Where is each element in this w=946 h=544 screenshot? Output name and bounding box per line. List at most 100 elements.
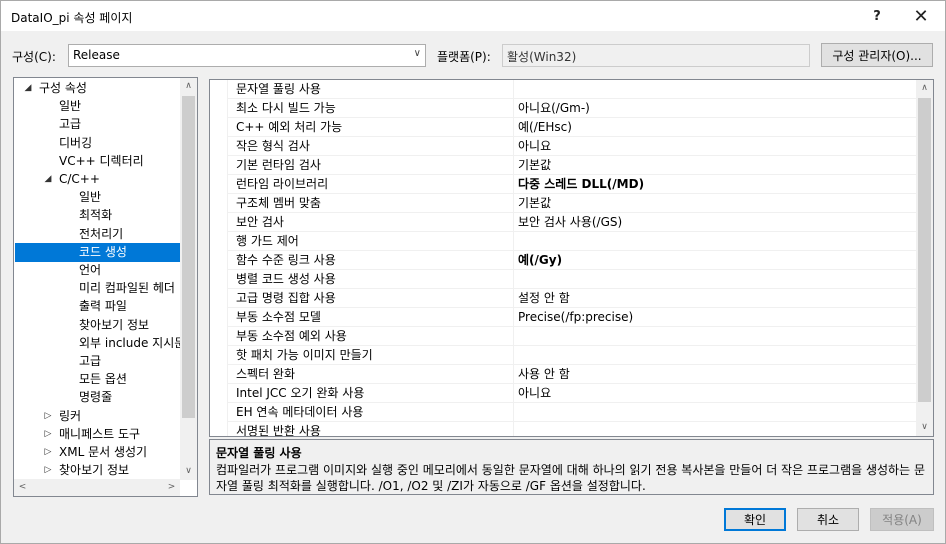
collapse-arrow-icon[interactable]: ◢ (43, 170, 53, 189)
tree-item[interactable]: ▷ XML 문서 생성기 (15, 443, 181, 462)
description-panel: 문자열 풀링 사용 컴파일러가 프로그램 이미지와 실행 중인 메모리에서 동일… (209, 439, 934, 495)
platform-dropdown[interactable]: 활성(Win32) (502, 44, 810, 67)
close-button[interactable]: ✕ (901, 1, 941, 31)
tree-item[interactable]: 전처리기 (15, 225, 181, 244)
tree-item[interactable]: 고급 (15, 352, 181, 371)
property-value[interactable]: 아니요 (514, 137, 916, 156)
tree-item[interactable]: 미리 컴파일된 헤더 (15, 279, 181, 298)
expand-arrow-icon[interactable]: ▷ (43, 443, 53, 462)
expand-arrow-icon[interactable]: ▷ (43, 425, 53, 444)
tree-item[interactable]: 출력 파일 (15, 297, 181, 316)
configuration-manager-button[interactable]: 구성 관리자(O)... (821, 43, 933, 67)
property-row[interactable]: 핫 패치 가능 이미지 만들기 (210, 346, 916, 365)
property-row[interactable]: 스펙터 완화 사용 안 함 (210, 365, 916, 384)
property-value[interactable]: 아니요(/Gm-) (514, 99, 916, 118)
property-row[interactable]: 기본 런타임 검사 기본값 (210, 156, 916, 175)
property-row[interactable]: 보안 검사 보안 검사 사용(/GS) (210, 213, 916, 232)
configuration-label: 구성(C): (12, 50, 56, 64)
tree-item[interactable]: 모든 옵션 (15, 370, 181, 389)
property-value[interactable] (514, 80, 916, 99)
tree-item[interactable]: 최적화 (15, 206, 181, 225)
tree-scroll-thumb[interactable] (182, 96, 195, 418)
property-row[interactable]: EH 연속 메타데이터 사용 (210, 403, 916, 422)
tree-item[interactable]: ◢ C/C++ (15, 170, 181, 189)
property-name: 스펙터 완화 (236, 367, 296, 381)
property-row[interactable]: 서명된 반환 사용 (210, 422, 916, 437)
property-row[interactable]: 병렬 코드 생성 사용 (210, 270, 916, 289)
scroll-down-icon[interactable]: ∨ (916, 419, 933, 436)
scroll-left-icon[interactable]: < (14, 479, 31, 496)
property-row[interactable]: 문자열 풀링 사용 (210, 80, 916, 99)
window-title: DataIO_pi 속성 페이지 (11, 11, 133, 25)
property-name: 기본 런타임 검사 (236, 158, 321, 172)
chevron-down-icon: ∨ (413, 48, 421, 59)
property-row[interactable]: 최소 다시 빌드 가능 아니요(/Gm-) (210, 99, 916, 118)
tree-item[interactable]: ▷ 매니페스트 도구 (15, 425, 181, 444)
ok-button[interactable]: 확인 (724, 508, 786, 531)
property-tree: ◢ 구성 속성 일반 고급 디버깅 VC++ 디렉터리 ◢ C/C++ 일반 최적화 전처리기 코드 … (13, 77, 198, 497)
property-value[interactable] (514, 270, 916, 289)
tree-item[interactable]: 외부 include 지시문 (15, 334, 185, 353)
scroll-right-icon[interactable]: > (163, 479, 180, 496)
property-name: 병렬 코드 생성 사용 (236, 272, 336, 286)
property-value[interactable]: 아니요 (514, 384, 916, 403)
tree-item[interactable]: 일반 (15, 97, 181, 116)
cancel-button[interactable]: 취소 (797, 508, 859, 531)
tree-item[interactable]: ◢ 구성 속성 (15, 79, 181, 98)
property-value[interactable]: 예(/EHsc) (514, 118, 916, 137)
collapse-arrow-icon[interactable]: ◢ (23, 79, 33, 98)
expand-arrow-icon[interactable]: ▷ (43, 461, 53, 480)
tree-item-label: 모든 옵션 (79, 372, 127, 387)
property-value[interactable]: 기본값 (514, 156, 916, 175)
property-value[interactable]: 기본값 (514, 194, 916, 213)
property-value[interactable] (514, 403, 916, 422)
tree-item[interactable]: VC++ 디렉터리 (15, 152, 181, 171)
tree-item[interactable]: ▷ 찾아보기 정보 (15, 461, 181, 480)
scroll-down-icon[interactable]: ∨ (180, 463, 197, 480)
platform-label: 플랫폼(P): (437, 50, 491, 64)
tree-horizontal-scrollbar[interactable]: < > (14, 479, 180, 496)
property-value[interactable] (514, 422, 916, 436)
tree-item-label: XML 문서 생성기 (59, 445, 148, 459)
tree-item[interactable]: ▷ 링커 (15, 407, 181, 426)
tree-item[interactable]: 언어 (15, 261, 181, 280)
property-value[interactable]: 보안 검사 사용(/GS) (514, 213, 916, 232)
configuration-dropdown[interactable]: Release ∨ (68, 44, 426, 67)
property-row[interactable]: 런타임 라이브러리 다중 스레드 DLL(/MD) (210, 175, 916, 194)
property-value[interactable]: Precise(/fp:precise) (514, 308, 916, 327)
tree-vertical-scrollbar[interactable]: ∧ ∨ (180, 78, 197, 480)
tree-item[interactable]: 일반 (15, 188, 181, 207)
tree-item[interactable]: 찾아보기 정보 (15, 316, 181, 335)
property-row[interactable]: 구조체 멤버 맞춤 기본값 (210, 194, 916, 213)
grid-scroll-thumb[interactable] (918, 98, 931, 402)
apply-button[interactable]: 적용(A) (870, 508, 934, 531)
tree-item[interactable]: 코드 생성 (15, 242, 181, 262)
tree-item[interactable]: 디버깅 (15, 134, 181, 153)
property-name: 최소 다시 빌드 가능 (236, 101, 336, 115)
property-row[interactable]: 부동 소수점 예외 사용 (210, 327, 916, 346)
property-value[interactable]: 사용 안 함 (514, 365, 916, 384)
property-value[interactable]: 다중 스레드 DLL(/MD) (514, 175, 916, 194)
property-row[interactable]: 행 가드 제어 (210, 232, 916, 251)
property-row[interactable]: 부동 소수점 모델 Precise(/fp:precise) (210, 308, 916, 327)
tree-item-label: 고급 (79, 354, 102, 368)
property-value[interactable] (514, 346, 916, 365)
property-value[interactable] (514, 327, 916, 346)
property-value[interactable]: 설정 안 함 (514, 289, 916, 308)
scroll-up-icon[interactable]: ∧ (916, 80, 933, 97)
property-row[interactable]: 고급 명령 집합 사용 설정 안 함 (210, 289, 916, 308)
help-button[interactable]: ? (857, 1, 897, 31)
tree-item[interactable]: 고급 (15, 115, 181, 134)
expand-arrow-icon[interactable]: ▷ (43, 407, 53, 426)
property-name: 서명된 반환 사용 (236, 424, 321, 437)
tree-item-label: 언어 (79, 263, 102, 277)
scroll-up-icon[interactable]: ∧ (180, 78, 197, 95)
property-row[interactable]: Intel JCC 오기 완화 사용 아니요 (210, 384, 916, 403)
property-row[interactable]: 함수 수준 링크 사용 예(/Gy) (210, 251, 916, 270)
tree-item[interactable]: 명령줄 (15, 388, 181, 407)
grid-vertical-scrollbar[interactable]: ∧ ∨ (916, 80, 933, 436)
property-value[interactable] (514, 232, 916, 251)
property-row[interactable]: 작은 형식 검사 아니요 (210, 137, 916, 156)
property-row[interactable]: C++ 예외 처리 가능 예(/EHsc) (210, 118, 916, 137)
property-value[interactable]: 예(/Gy) (514, 251, 916, 270)
